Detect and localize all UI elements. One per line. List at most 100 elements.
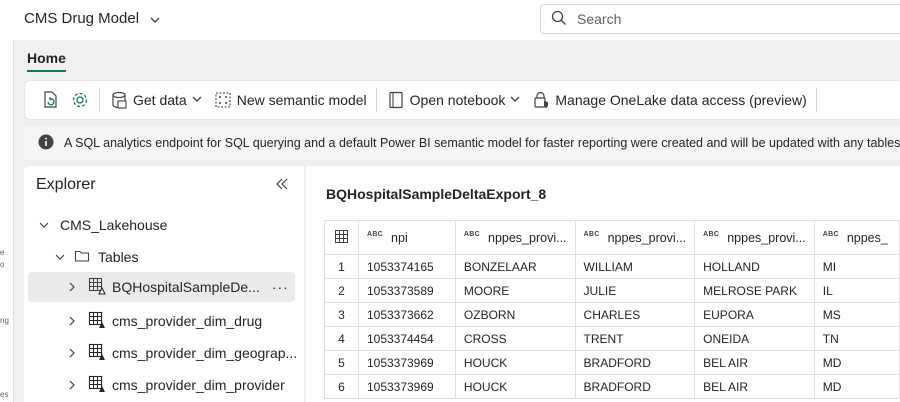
app-title-dropdown[interactable]: CMS Drug Model (24, 10, 161, 27)
row-number: 6 (324, 374, 359, 399)
table-cell[interactable]: MELROSE PARK (694, 278, 815, 303)
explorer-title: Explorer (36, 176, 96, 193)
nav-fragment: es (0, 390, 9, 399)
table-cell[interactable]: HOLLAND (694, 254, 815, 279)
column-header-label: nppes_provi... (607, 230, 687, 245)
preview-table-title: BQHospitalSampleDeltaExport_8 (326, 186, 547, 202)
more-options-icon[interactable]: ··· (272, 279, 289, 295)
semantic-model-icon (213, 90, 233, 110)
table-row[interactable]: 4 1053374454 CROSS TRENT ONEIDA TN (324, 326, 900, 351)
tree-item-lakehouse[interactable]: CMS_Lakehouse (36, 210, 167, 240)
settings-button[interactable] (65, 85, 95, 115)
table-cell[interactable]: 1053374165 (357, 254, 456, 279)
table-cell[interactable]: 1053373969 (357, 374, 456, 399)
new-semantic-model-label: New semantic model (236, 92, 367, 108)
column-header[interactable]: ABC nppes_provi... (454, 220, 576, 255)
table-cell[interactable]: MI (813, 254, 900, 279)
table-label: cms_provider_dim_provider (112, 377, 285, 393)
new-semantic-model-button[interactable]: New semantic model (208, 85, 372, 115)
info-banner: A SQL analytics endpoint for SQL queryin… (24, 126, 900, 160)
open-notebook-label: Open notebook (409, 92, 506, 108)
tree-item-tables-folder[interactable]: Tables (52, 242, 138, 272)
table-cell[interactable]: CROSS (454, 326, 576, 351)
table-cell[interactable]: MS (813, 302, 900, 327)
lock-shield-icon (531, 90, 551, 110)
tree-item-table[interactable]: cms_provider_dim_drug (28, 306, 262, 336)
row-number: 3 (324, 302, 359, 327)
table-label: cms_provider_dim_drug (112, 313, 263, 329)
table-cell[interactable]: 1053373662 (357, 302, 456, 327)
chevron-right-icon (64, 345, 80, 361)
table-label: cms_provider_dim_geograp... (112, 345, 298, 361)
chevron-right-icon (64, 377, 80, 393)
column-header[interactable]: ABC nppes_provi... (694, 220, 815, 255)
lakehouse-label: CMS_Lakehouse (60, 217, 168, 233)
column-header[interactable]: ABC npi (357, 220, 456, 255)
toolbar-divider (99, 88, 100, 112)
data-preview-pane: BQHospitalSampleDeltaExport_8 ABC npi ABC… (306, 166, 900, 402)
table-cell[interactable]: EUPORA (694, 302, 815, 327)
table-cell[interactable]: 1053373589 (357, 278, 456, 303)
toolbar-divider (815, 88, 817, 112)
chevron-down-icon (52, 249, 68, 265)
table-cell[interactable]: MOORE (454, 278, 576, 303)
chevron-down-icon (509, 92, 521, 108)
select-all-cell[interactable] (324, 220, 359, 255)
table-cell[interactable]: BEL AIR (694, 374, 815, 399)
column-header[interactable]: ABC nppes_ (813, 220, 900, 255)
table-row[interactable]: 5 1053373969 HOUCK BRADFORD BEL AIR MD (324, 350, 900, 375)
table-row[interactable]: 1 1053374165 BONZELAAR WILLIAM HOLLAND M… (324, 254, 900, 279)
table-cell[interactable]: MD (813, 350, 900, 375)
table-cell[interactable]: BEL AIR (694, 350, 815, 375)
table-cell[interactable]: 1053373969 (357, 350, 456, 375)
explorer-panel: Explorer CMS_Lakehouse Tables BQHospital… (24, 166, 304, 402)
tab-home[interactable]: Home (27, 50, 66, 72)
chevron-right-icon (64, 279, 80, 295)
folder-icon (74, 248, 90, 267)
table-cell[interactable]: JULIE (574, 278, 696, 303)
table-cell[interactable]: 1053374454 (357, 326, 456, 351)
table-cell[interactable]: HOUCK (454, 350, 576, 375)
table-cell[interactable]: BONZELAAR (454, 254, 576, 279)
delta-table-icon (88, 375, 106, 396)
manage-onelake-access-button[interactable]: Manage OneLake data access (preview) (526, 85, 811, 115)
table-cell[interactable]: TRENT (574, 326, 696, 351)
table-cell[interactable]: OZBORN (454, 302, 576, 327)
table-cell[interactable]: TN (813, 326, 900, 351)
table-cell[interactable]: BRADFORD (574, 350, 696, 375)
search-input[interactable] (577, 11, 897, 27)
collapse-panel-icon[interactable] (274, 176, 292, 194)
table-row[interactable]: 2 1053373589 MOORE JULIE MELROSE PARK IL (324, 278, 900, 303)
database-icon (109, 90, 129, 110)
ribbon-toolbar: Get data New semantic model Open noteboo… (24, 80, 900, 120)
row-number: 4 (324, 326, 359, 351)
table-cell[interactable]: BRADFORD (574, 374, 696, 399)
gear-icon (70, 90, 90, 110)
app-title: CMS Drug Model (24, 10, 140, 27)
column-header-label: nppes_ (846, 230, 888, 245)
row-number: 5 (324, 350, 359, 375)
get-data-label: Get data (133, 92, 187, 108)
tree-item-table[interactable]: BQHospitalSampleDe... ··· (28, 272, 295, 302)
refresh-document-icon (40, 90, 60, 110)
refresh-button[interactable] (35, 85, 65, 115)
table-cell[interactable]: ONEIDA (694, 326, 815, 351)
table-row[interactable]: 6 1053373969 HOUCK BRADFORD BEL AIR MD (324, 374, 900, 399)
table-cell[interactable]: HOUCK (454, 374, 576, 399)
table-cell[interactable]: CHARLES (574, 302, 696, 327)
table-cell[interactable]: IL (813, 278, 900, 303)
table-cell[interactable]: MD (813, 374, 900, 399)
table-row[interactable]: 3 1053373662 OZBORN CHARLES EUPORA MS (324, 302, 900, 327)
info-icon (38, 134, 54, 153)
text-type-icon: ABC (583, 231, 600, 239)
text-type-icon: ABC (463, 231, 480, 239)
column-header[interactable]: ABC nppes_provi... (574, 220, 696, 255)
get-data-button[interactable]: Get data (104, 85, 208, 115)
open-notebook-button[interactable]: Open notebook (381, 85, 527, 115)
search-box[interactable] (540, 4, 900, 34)
tree-item-table[interactable]: cms_provider_dim_geograp... (28, 338, 297, 368)
data-grid: ABC npi ABC nppes_provi... ABC nppes_provi.… (324, 220, 900, 399)
table-cell[interactable]: WILLIAM (574, 254, 696, 279)
tree-item-table[interactable]: cms_provider_dim_provider (28, 370, 285, 400)
chevron-right-icon (64, 313, 80, 329)
